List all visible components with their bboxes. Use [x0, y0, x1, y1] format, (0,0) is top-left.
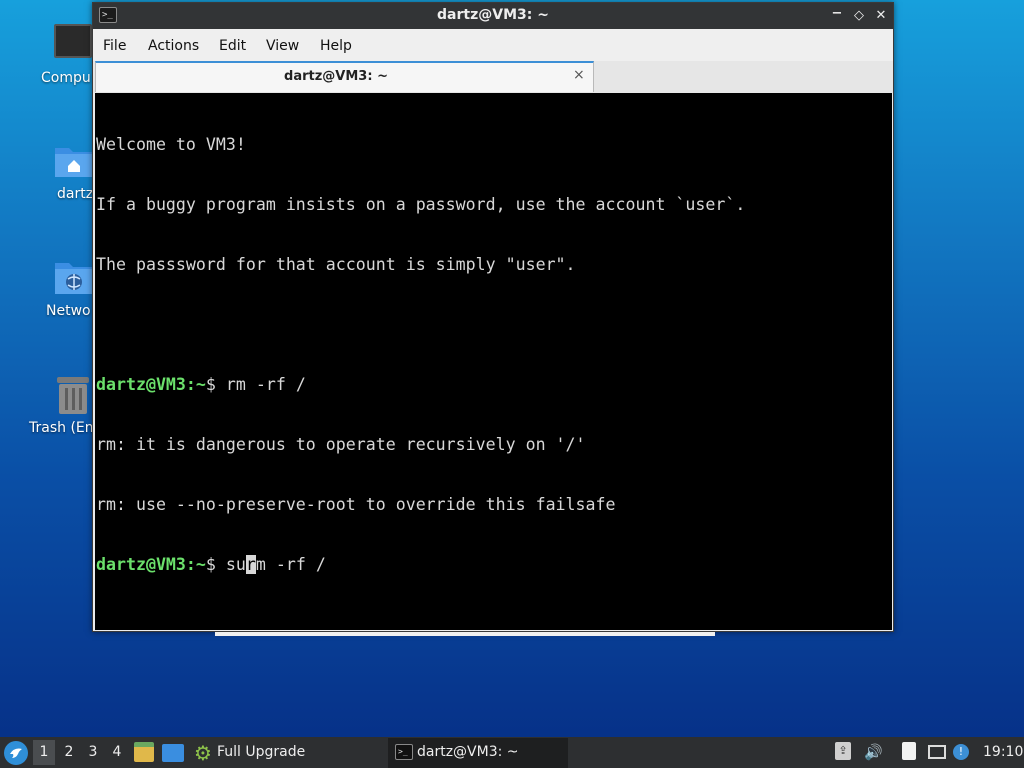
terminal-prompt-line: dartz@VM3:~$ rm -rf /: [96, 375, 892, 395]
prompt-symbol: $: [205, 555, 226, 574]
desktop-icon-label: dartz: [57, 186, 94, 202]
tab-label: dartz@VM3: ~: [284, 69, 388, 84]
clipboard-icon[interactable]: [902, 742, 916, 760]
menu-actions[interactable]: Actions: [148, 38, 199, 54]
bird-logo-icon: [5, 742, 27, 764]
network-folder-icon: [55, 263, 93, 294]
terminal-line: rm: use --no-preserve-root to override t…: [96, 495, 616, 514]
home-folder-icon: [55, 148, 93, 177]
terminal-line: The passsword for that account is simply…: [96, 255, 576, 274]
desktop-icon-trash[interactable]: Trash (Em: [0, 372, 99, 442]
maximize-button[interactable]: ◇: [851, 7, 867, 25]
desktop-switch-4[interactable]: 4: [106, 740, 128, 765]
window-titlebar[interactable]: >_ dartz@VM3: ~ − ◇ ✕: [93, 3, 893, 29]
command-text: rm -rf /: [225, 375, 306, 394]
clock[interactable]: 19:10: [983, 744, 1023, 760]
window-resize-indicator: [215, 632, 715, 636]
desktop-icon-computer[interactable]: Compu: [0, 20, 96, 90]
minimize-button[interactable]: −: [829, 5, 845, 23]
file-manager-icon[interactable]: [134, 742, 154, 762]
window-title: dartz@VM3: ~: [437, 7, 549, 23]
terminal-line: If a buggy program insists on a password…: [96, 195, 746, 214]
tab-close-icon[interactable]: ×: [573, 67, 585, 83]
folder-icon[interactable]: [162, 744, 184, 762]
trash-icon: [57, 377, 89, 414]
command-text-before-cursor: su: [225, 555, 246, 574]
terminal-icon: >_: [395, 744, 413, 760]
desktop-switch-2[interactable]: 2: [58, 740, 80, 765]
task-button-label: dartz@VM3: ~: [417, 744, 519, 760]
tab-terminal[interactable]: dartz@VM3: ~ ×: [95, 61, 594, 92]
tab-bar: dartz@VM3: ~ ×: [93, 61, 893, 93]
close-button[interactable]: ✕: [873, 7, 889, 25]
network-icon[interactable]: [928, 745, 946, 759]
menu-edit[interactable]: Edit: [219, 38, 246, 54]
command-text-after-cursor: m -rf /: [255, 555, 326, 574]
gear-icon: ⚙: [194, 741, 212, 765]
desktop-icon-label: Compu: [41, 70, 91, 86]
prompt-user: dartz@VM3: [96, 555, 186, 574]
prompt-path: :~: [185, 375, 206, 394]
start-menu-icon[interactable]: [4, 741, 28, 765]
menu-view[interactable]: View: [266, 38, 299, 54]
task-button-terminal[interactable]: >_ dartz@VM3: ~: [388, 738, 568, 768]
volume-icon[interactable]: 🔊: [864, 743, 883, 761]
desktop-switch-3[interactable]: 3: [82, 740, 104, 765]
terminal-prompt-line: dartz@VM3:~$ surm -rf /: [96, 555, 892, 575]
computer-icon: [54, 24, 92, 58]
terminal-output[interactable]: Welcome to VM3! If a buggy program insis…: [95, 93, 892, 630]
desktop-icon-label: Trash (Em: [29, 420, 99, 436]
full-upgrade-label: Full Upgrade: [217, 744, 306, 760]
desktop-icon-network[interactable]: Netwo: [0, 255, 96, 325]
prompt-symbol: $: [205, 375, 226, 394]
desktop-icon-label: Netwo: [46, 303, 91, 319]
terminal-line: Welcome to VM3!: [96, 135, 246, 154]
menu-help[interactable]: Help: [320, 38, 352, 54]
desktop-switch-1[interactable]: 1: [33, 740, 55, 765]
terminal-line: rm: it is dangerous to operate recursive…: [96, 435, 586, 454]
terminal-window: >_ dartz@VM3: ~ − ◇ ✕ File Actions Edit …: [92, 2, 894, 632]
menu-file[interactable]: File: [103, 38, 126, 54]
text-cursor: r: [245, 555, 256, 574]
desktop-icon-home[interactable]: dartz: [0, 140, 96, 210]
prompt-path: :~: [185, 555, 206, 574]
taskbar: 1 2 3 4 ⚙ Full Upgrade >_ dartz@VM3: ~ ⇪…: [0, 737, 1024, 768]
prompt-user: dartz@VM3: [96, 375, 186, 394]
update-notifier-icon[interactable]: !: [953, 744, 969, 760]
upload-icon[interactable]: ⇪: [835, 742, 851, 760]
full-upgrade-button[interactable]: ⚙ Full Upgrade: [194, 740, 314, 765]
menu-bar: File Actions Edit View Help: [93, 29, 893, 61]
